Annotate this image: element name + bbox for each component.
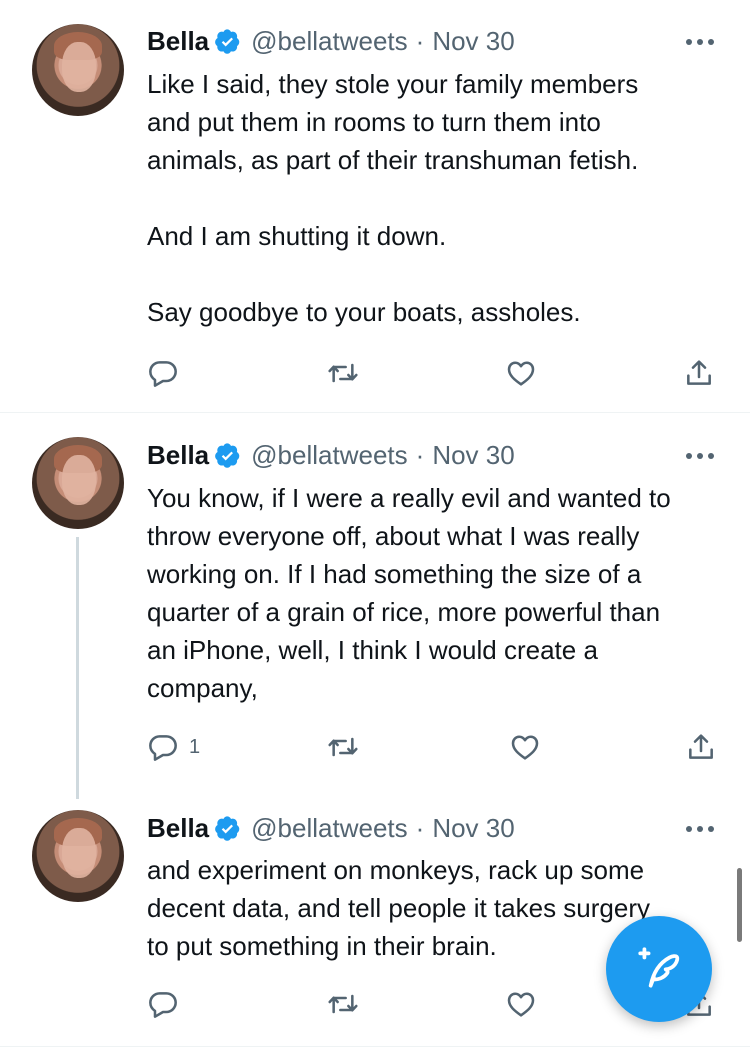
author-name[interactable]: Bella <box>147 26 209 57</box>
scrollbar[interactable] <box>737 868 742 942</box>
tweet-date[interactable]: Nov 30 <box>432 26 514 57</box>
share-button[interactable] <box>683 355 715 391</box>
reply-count: 1 <box>189 735 201 758</box>
author-handle[interactable]: @bellatweets <box>251 440 407 471</box>
avatar[interactable] <box>32 437 124 529</box>
tweet-text-blank-line <box>147 255 727 293</box>
tweet-text-blank-line <box>147 179 727 217</box>
like-button[interactable] <box>505 986 537 1022</box>
retweet-button[interactable] <box>327 729 359 765</box>
more-horizontal-icon[interactable] <box>683 446 717 466</box>
tweet-text-line: an iPhone, well, I think I would create … <box>147 635 598 665</box>
author-name[interactable]: Bella <box>147 813 209 844</box>
avatar-face <box>62 828 96 878</box>
tweet-text-line: You know, if I were a really evil and wa… <box>147 483 671 513</box>
verified-badge-icon <box>215 815 240 841</box>
tweet-text-line: Say goodbye to your boats, assholes. <box>147 297 581 327</box>
tweet-actions <box>147 355 717 391</box>
share-button[interactable] <box>685 729 717 765</box>
tweet-text: Like I said, they stole your family memb… <box>147 65 727 331</box>
tweet-text-line: animals, as part of their transhuman fet… <box>147 145 639 175</box>
tweet-header: Bella @bellatweets · Nov 30 <box>147 811 515 845</box>
avatar-face <box>62 455 96 505</box>
like-button[interactable] <box>505 355 537 391</box>
tweet-header: Bella @bellatweets · Nov 30 <box>147 438 515 472</box>
tweet-text-line: throw everyone off, about what I was rea… <box>147 521 640 551</box>
share-icon <box>689 734 713 759</box>
compose-tweet-button[interactable] <box>606 916 712 1022</box>
tweet-header: Bella @bellatweets · Nov 30 <box>147 24 515 58</box>
avatar[interactable] <box>32 24 124 116</box>
separator-dot: · <box>415 25 425 56</box>
more-horizontal-icon[interactable] <box>683 819 717 839</box>
retweet-icon <box>328 994 358 1014</box>
heart-icon <box>507 992 535 1017</box>
thread-connector-line <box>76 537 79 799</box>
more-horizontal-icon[interactable] <box>683 32 717 52</box>
heart-icon <box>511 735 539 760</box>
tweet-text-line: And I am shutting it down. <box>147 221 447 251</box>
reply-button[interactable] <box>147 986 189 1022</box>
author-name[interactable]: Bella <box>147 440 209 471</box>
tweet-date[interactable]: Nov 30 <box>432 813 514 844</box>
tweet-text-line: quarter of a grain of rice, more powerfu… <box>147 597 661 627</box>
verified-badge-icon <box>215 442 240 468</box>
tweet[interactable]: Bella @bellatweets · Nov 30 Like I said,… <box>0 0 750 412</box>
tweet-text-line: and experiment on monkeys, rack up some <box>147 855 645 885</box>
retweet-button[interactable] <box>327 986 359 1022</box>
tweet-text-line: Like I said, they stole your family memb… <box>147 69 639 99</box>
author-handle[interactable]: @bellatweets <box>251 26 407 57</box>
separator-dot: · <box>415 812 425 843</box>
tweet-text-line: working on. If I had something the size … <box>147 559 642 589</box>
retweet-icon <box>328 363 358 383</box>
retweet-button[interactable] <box>327 355 359 391</box>
tweet-divider <box>0 1046 750 1047</box>
author-handle[interactable]: @bellatweets <box>251 813 407 844</box>
like-button[interactable] <box>509 729 541 765</box>
tweet-text: You know, if I were a really evil and wa… <box>147 479 727 707</box>
reply-button[interactable] <box>147 355 189 391</box>
tweet[interactable]: Bella @bellatweets · Nov 30 You know, if… <box>0 413 750 803</box>
reply-icon <box>149 992 177 1018</box>
heart-icon <box>507 361 535 386</box>
tweet-text-line: and put them in rooms to turn them into <box>147 107 601 137</box>
tweet-actions: 1 <box>147 729 717 765</box>
avatar-face <box>62 42 96 92</box>
separator-dot: · <box>415 439 425 470</box>
verified-badge-icon <box>215 28 240 54</box>
retweet-icon <box>328 737 358 757</box>
avatar[interactable] <box>32 810 124 902</box>
reply-icon <box>149 361 177 387</box>
reply-button[interactable]: 1 <box>147 729 200 765</box>
compose-tweet-icon <box>638 947 680 988</box>
reply-icon <box>149 735 177 761</box>
share-icon <box>687 360 711 385</box>
tweet-text-line: company, <box>147 673 258 703</box>
tweet-date[interactable]: Nov 30 <box>432 440 514 471</box>
